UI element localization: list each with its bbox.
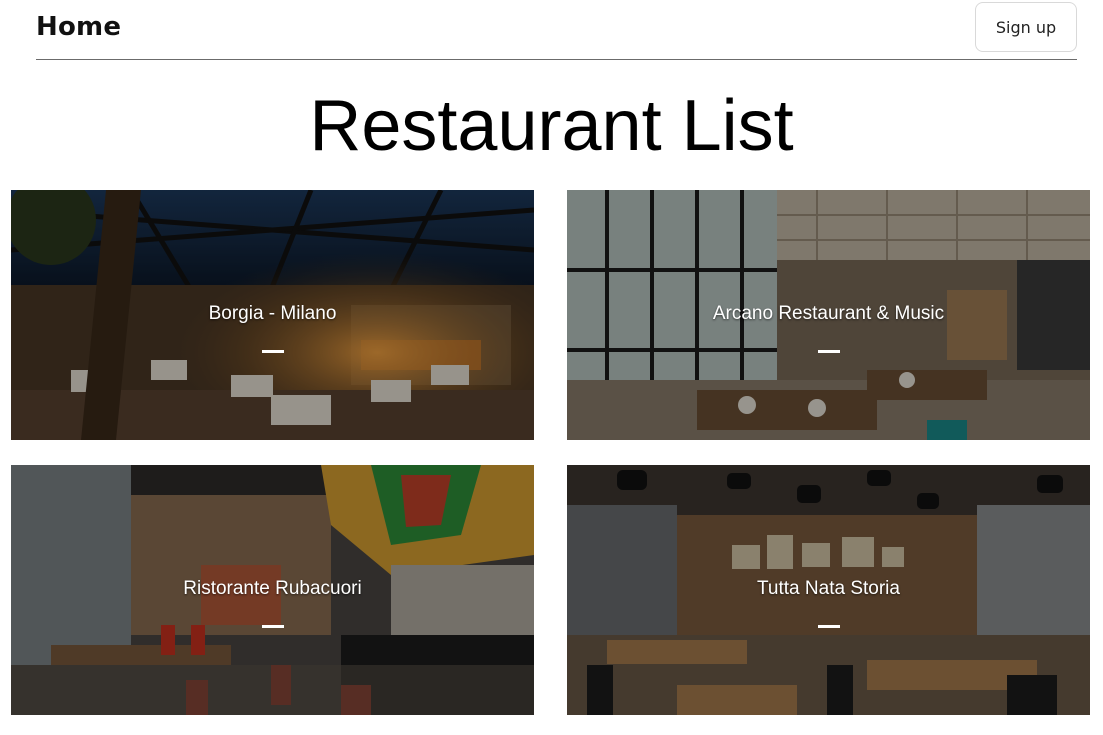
restaurant-card[interactable]: Tutta Nata Storia <box>567 465 1090 715</box>
title-underline <box>261 350 284 353</box>
page-title: Restaurant List <box>309 86 794 166</box>
sign-up-button[interactable]: Sign up <box>975 2 1077 52</box>
title-underline <box>261 625 284 628</box>
title-underline <box>817 350 840 353</box>
restaurant-name: Ristorante Rubacuori <box>183 578 362 599</box>
restaurant-card[interactable]: Arcano Restaurant & Music <box>567 190 1090 440</box>
restaurant-card[interactable]: Ristorante Rubacuori <box>11 465 534 715</box>
top-nav: Home Sign up <box>36 0 1077 60</box>
restaurant-card[interactable]: Borgia - Milano <box>11 190 534 440</box>
restaurant-name: Arcano Restaurant & Music <box>712 303 945 324</box>
restaurant-name: Tutta Nata Storia <box>757 578 900 599</box>
title-underline <box>817 625 840 628</box>
restaurant-name: Borgia - Milano <box>208 303 337 324</box>
home-link[interactable]: Home <box>36 12 121 42</box>
